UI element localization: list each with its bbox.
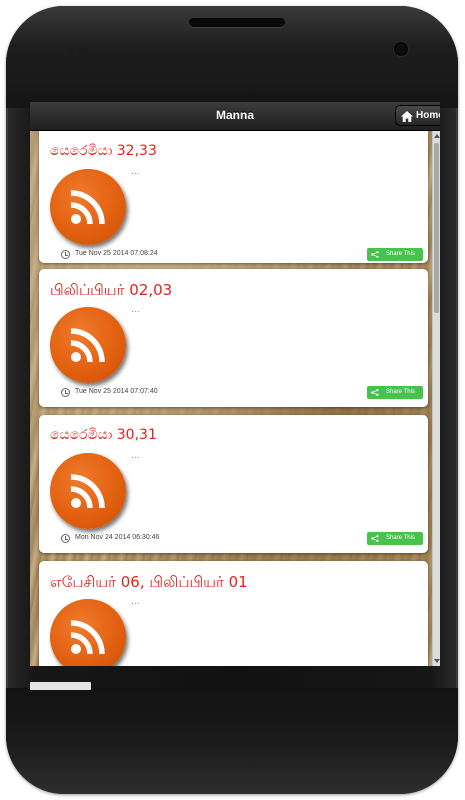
share-button-label: Share This [386,535,415,541]
light-sensor [79,46,87,54]
vertical-scrollbar[interactable] [432,131,440,666]
share-button[interactable]: Share This [367,532,423,545]
rss-icon [50,169,126,245]
share-button[interactable]: Share This [367,248,423,261]
feed-item-title[interactable]: பிலிப்பியர் 02,03 [50,281,172,301]
front-camera [394,42,408,56]
rss-icon [50,599,126,666]
phone-bottom-bezel [6,688,458,794]
app-header: Manna Home [30,102,440,131]
proximity-sensor [66,46,74,54]
feed-item-timestamp: Mon Nov 24 2014 06:30:46 [61,533,159,544]
horizontal-scrollbar[interactable] [30,682,91,690]
share-button-label: Share This [386,251,415,257]
feed-item-title[interactable]: යෙරෙමියා 30,31 [50,427,157,443]
clock-icon [61,387,70,397]
share-icon [371,251,379,258]
share-icon [371,535,379,542]
clock-icon [61,533,70,543]
rss-icon [50,453,126,529]
feed-item-excerpt: ... [131,305,140,315]
app-screen: Manna Home යෙරෙමියා 32,33 ... Tue Nov 25… [30,102,440,666]
feed-item-excerpt: ... [131,451,140,461]
clock-icon [61,249,70,259]
page-title: Manna [215,108,254,122]
scroll-up-arrow-icon[interactable] [434,134,440,138]
feed-item[interactable]: යෙරෙමියා 32,33 ... Tue Nov 25 2014 07:08… [39,131,428,263]
feed-item[interactable]: යෙරෙමියා 30,31 ... Mon Nov 24 2014 06:30… [39,415,428,553]
feed-item[interactable]: பிலிப்பியர் 02,03 ... Tue Nov 25 2014 07… [39,269,428,407]
feed-item-title[interactable]: எபேசியர் 06, பிலிப்பியர் 01 [50,573,248,593]
house-icon [401,111,413,122]
feed-item-title[interactable]: යෙරෙමියා 32,33 [50,143,157,159]
feed-item-excerpt: ... [131,597,140,607]
home-button-label: Home [416,110,440,121]
earpiece-speaker [189,18,285,27]
share-icon [371,389,379,396]
scrollbar-thumb[interactable] [434,143,439,313]
share-button[interactable]: Share This [367,386,423,399]
feed-item-excerpt: ... [131,167,140,177]
feed-item-timestamp: Tue Nov 25 2014 07:08:24 [61,249,158,260]
rss-icon [50,307,126,383]
home-button[interactable]: Home [395,105,440,126]
scroll-down-arrow-icon[interactable] [434,659,440,663]
share-button-label: Share This [386,389,415,395]
feed-item-timestamp: Tue Nov 25 2014 07:07:40 [61,387,158,398]
feed-item[interactable]: எபேசியர் 06, பிலிப்பியர் 01 ... [39,561,428,666]
feed-list[interactable]: යෙරෙමියා 32,33 ... Tue Nov 25 2014 07:08… [30,131,440,666]
